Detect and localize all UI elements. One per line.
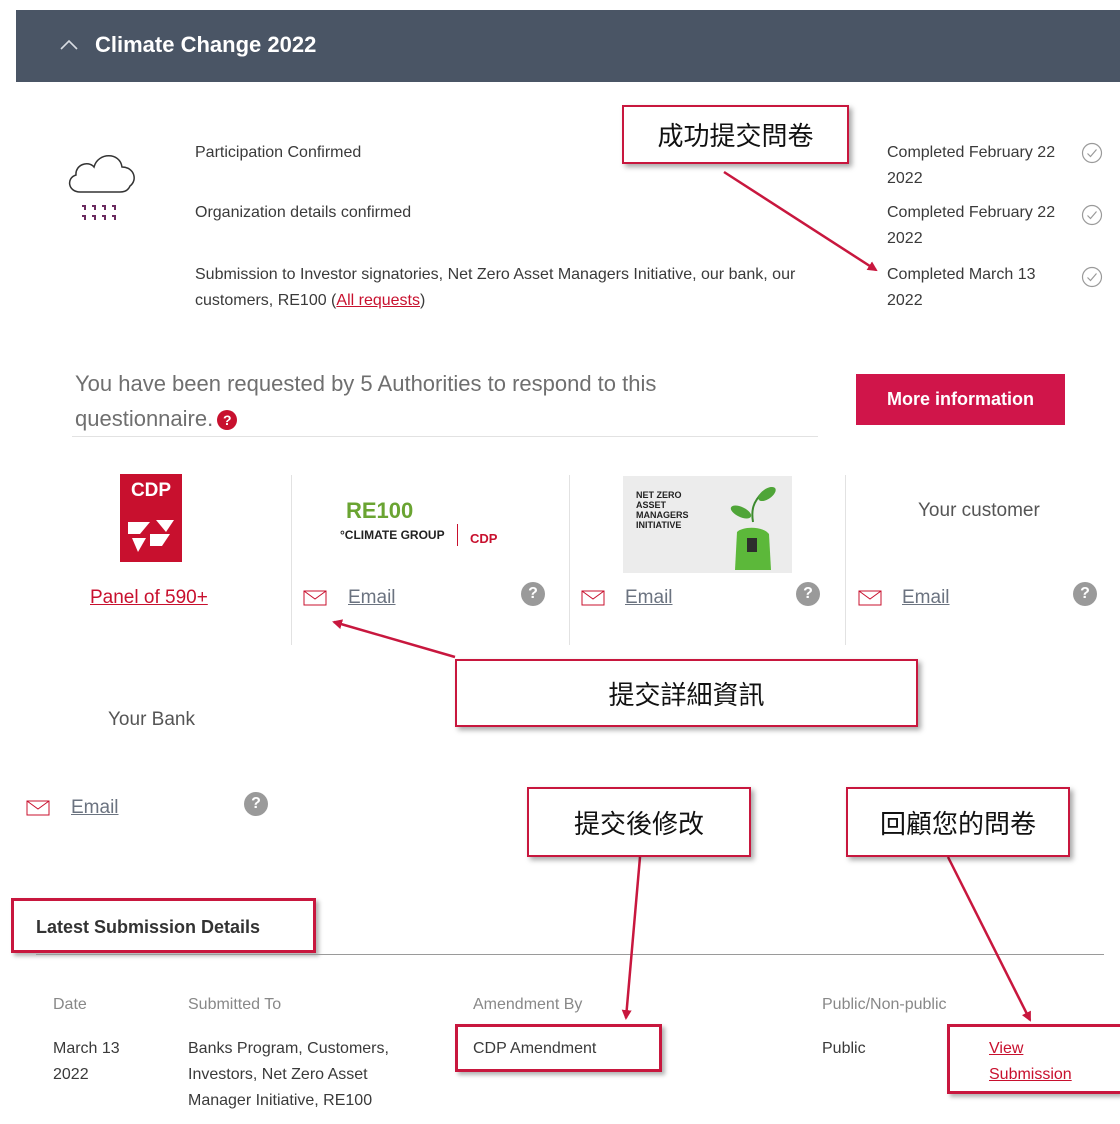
help-icon[interactable]: ?	[1073, 582, 1097, 606]
header-submitted-to: Submitted To	[188, 996, 282, 1013]
questionnaire-header[interactable]: Climate Change 2022	[16, 10, 1120, 82]
cdp-investor-logo: CDP	[120, 474, 182, 562]
arrow-amend	[621, 856, 642, 1020]
climate-group-logo: °CLIMATE GROUP	[340, 528, 445, 542]
status-participation-label: Participation Confirmed	[195, 144, 362, 161]
questionnaire-title: Climate Change 2022	[95, 32, 317, 57]
envelope-icon	[26, 800, 50, 816]
divider	[36, 954, 1104, 955]
re100-email-link[interactable]: Email	[348, 587, 396, 609]
customer-email-link[interactable]: Email	[902, 587, 950, 609]
callout-submitted: 成功提交問卷	[622, 105, 849, 164]
column-divider	[291, 475, 292, 645]
header-public: Public/Non-public	[822, 996, 947, 1013]
status-organization-value: Completed February 22 2022	[887, 204, 1056, 247]
logo-divider	[457, 524, 458, 546]
nzam-email-link[interactable]: Email	[625, 587, 673, 609]
chevron-up-icon[interactable]	[56, 32, 82, 58]
panel-link[interactable]: Panel of 590+	[90, 587, 208, 609]
divider	[72, 436, 818, 437]
callout-review: 回顧您的問卷	[846, 787, 1070, 857]
bank-label: Your Bank	[108, 709, 195, 730]
callout-details: 提交詳細資訊	[455, 659, 918, 727]
column-divider	[569, 475, 570, 645]
envelope-icon	[858, 590, 882, 606]
cell-amendment-by: CDP Amendment	[473, 1040, 597, 1057]
arrow-review	[946, 856, 1032, 1022]
column-divider	[845, 475, 846, 645]
callout-amend: 提交後修改	[527, 787, 751, 857]
help-icon[interactable]: ?	[217, 410, 238, 431]
cdp-small-logo: CDP	[470, 531, 498, 546]
cell-date: March 13 2022	[53, 1040, 120, 1083]
arrow-submitted	[723, 170, 878, 272]
check-circle-icon	[1081, 204, 1103, 226]
header-date: Date	[53, 996, 87, 1013]
arrow-details	[332, 619, 456, 659]
status-participation-value: Completed February 22 2022	[887, 144, 1056, 187]
cell-public: Public	[822, 1040, 866, 1057]
svg-text:CDP: CDP	[131, 480, 171, 501]
climate-cloud-icon	[68, 155, 135, 220]
more-information-button[interactable]: More information	[856, 374, 1065, 425]
bank-email-link[interactable]: Email	[71, 797, 119, 819]
check-circle-icon	[1081, 266, 1103, 288]
header-amendment-by: Amendment By	[473, 996, 583, 1013]
all-requests-link[interactable]: All requests	[336, 292, 420, 309]
view-submission-link[interactable]: View Submission	[989, 1036, 1094, 1088]
status-submission-value: Completed March 13 2022	[887, 266, 1036, 309]
envelope-icon	[581, 590, 605, 606]
status-submission-label: Submission to Investor signatories, Net …	[195, 266, 796, 309]
status-organization-label: Organization details confirmed	[195, 204, 412, 221]
customer-label: Your customer	[918, 500, 1040, 521]
nzam-logo: NET ZERO ASSET MANAGERS INITIATIVE	[623, 476, 792, 573]
latest-submission-title: Latest Submission Details	[36, 917, 261, 937]
check-circle-icon	[1081, 142, 1103, 164]
requests-text: You have been requested by 5 Authorities…	[75, 371, 657, 431]
envelope-icon	[303, 590, 327, 606]
plant-hand-icon	[730, 486, 776, 570]
re100-logo: RE100	[346, 498, 414, 523]
help-icon[interactable]: ?	[796, 582, 820, 606]
cell-submitted-to: Banks Program, Customers, Investors, Net…	[188, 1040, 389, 1109]
help-icon[interactable]: ?	[244, 792, 268, 816]
help-icon[interactable]: ?	[521, 582, 545, 606]
